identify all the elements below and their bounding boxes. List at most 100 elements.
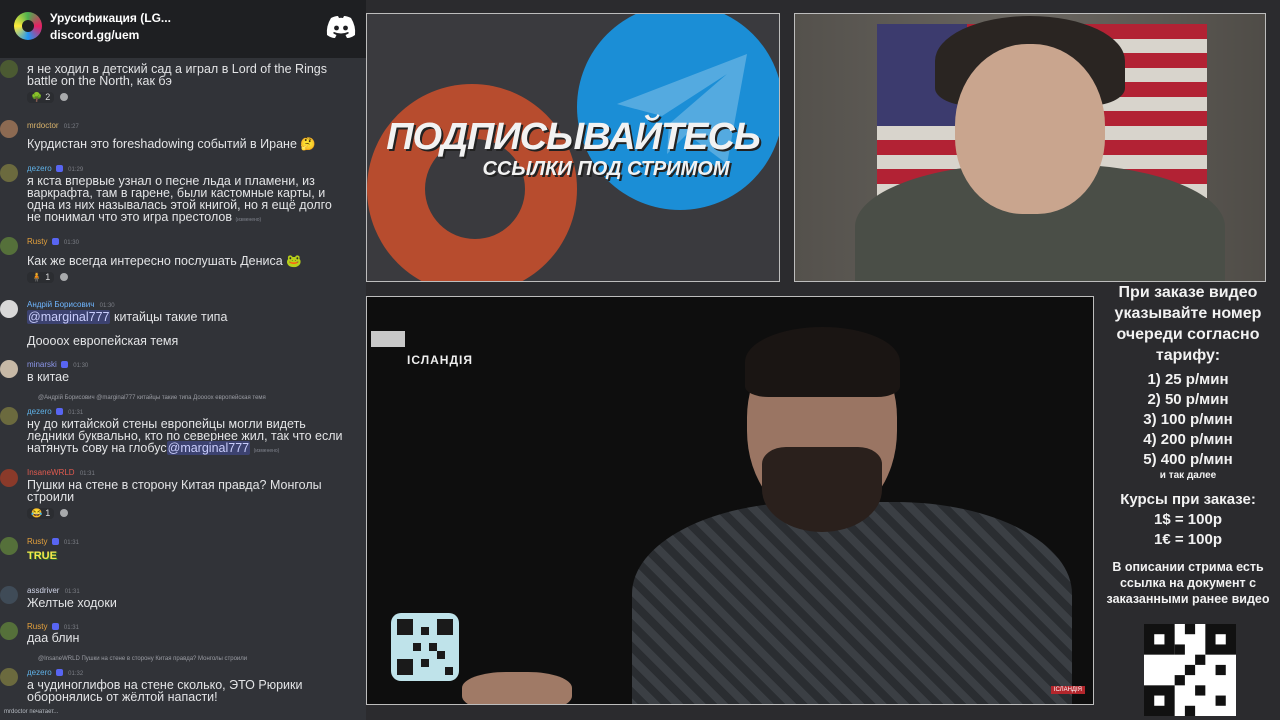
username[interactable]: дezero <box>27 164 52 173</box>
course-heading: Курсы при заказе: <box>1120 491 1256 508</box>
promo-banner: ПОДПИСЫВАЙТЕСЬ ССЫЛКИ ПОД СТРИМОМ <box>366 13 780 282</box>
message-body: китайцы такие типа <box>113 310 228 324</box>
message-meta: Rusty 01:31 <box>27 622 79 631</box>
message-text: @marginal777 китайцы такие типа <box>27 310 228 324</box>
video-tag-bar <box>371 331 405 347</box>
chat-panel: Урусификация (LG... discord.gg/uem я не … <box>0 0 366 720</box>
username[interactable]: Андрій Борисович <box>27 300 94 309</box>
avatar <box>0 60 18 78</box>
video-channel-label: ІСЛАНДІЯ <box>407 353 473 367</box>
role-badge-icon <box>55 408 63 416</box>
add-reaction-icon[interactable] <box>60 273 69 281</box>
video-player[interactable]: ІСЛАНДІЯ ІСЛАНДІЯ <box>366 296 1094 705</box>
avatar <box>0 360 18 378</box>
webcam-feed <box>794 13 1266 282</box>
add-reaction-icon[interactable] <box>60 509 69 517</box>
avatar <box>0 237 18 255</box>
message-meta: дezero 01:32 <box>27 668 83 677</box>
timestamp: 01:27 <box>63 124 79 130</box>
username[interactable]: assdriver <box>27 586 59 595</box>
timestamp: 01:31 <box>63 540 79 546</box>
qr-code-icon <box>1144 624 1236 716</box>
typing-indicator: mrdoctor печатает... <box>4 709 59 715</box>
course-list: 1$ = 100р 1€ = 100р <box>1100 510 1276 550</box>
rates-more: и так далее <box>1159 470 1217 481</box>
order-info-heading: При заказе видео указывайте номер очеред… <box>1114 284 1262 364</box>
message-text: даа блин <box>27 631 80 645</box>
timestamp: 01:32 <box>68 671 84 677</box>
avatar <box>0 407 18 425</box>
streamer-face <box>955 44 1105 214</box>
rate-item: 2) 50 р/мин <box>1147 391 1229 408</box>
course-item: 1€ = 100р <box>1154 531 1222 548</box>
server-header: Урусификация (LG... discord.gg/uem <box>0 0 366 58</box>
username[interactable]: дezero <box>27 407 52 416</box>
avatar <box>0 622 18 640</box>
message-meta: InsaneWRLD 01:31 <box>27 468 95 477</box>
message-text: а чудиноглифов на стене сколько, ЭТО Рюр… <box>27 678 303 704</box>
course-item: 1$ = 100р <box>1154 511 1222 528</box>
guest-body <box>632 502 1072 704</box>
edited-label: (изменено) <box>235 217 262 223</box>
message-text: Желтые ходоки <box>27 596 117 610</box>
role-badge-icon <box>61 361 69 369</box>
username[interactable]: InsaneWRLD <box>27 468 75 477</box>
guest-hair <box>745 327 900 397</box>
role-badge-icon <box>51 238 59 246</box>
message-meta: Андрій Борисович 01:30 <box>27 300 115 309</box>
message-meta: Rusty 01:31 <box>27 537 79 546</box>
rate-item: 1) 25 р/мин <box>1147 371 1229 388</box>
reaction-chip[interactable]: 😂 1 <box>27 507 55 519</box>
reaction-chip[interactable]: 🧍 1 <box>27 271 55 283</box>
message-text: Как же всегда интересно послушать Дениса… <box>27 254 302 268</box>
role-badge-icon <box>55 669 63 677</box>
add-reaction-icon[interactable] <box>60 93 69 101</box>
video-watermark: ІСЛАНДІЯ <box>1050 686 1085 694</box>
qr-pattern <box>397 619 453 675</box>
guest-hand <box>462 672 572 704</box>
avatar <box>0 586 18 604</box>
rate-item: 4) 200 р/мин <box>1143 431 1233 448</box>
message-meta: дezero 01:29 <box>27 164 83 173</box>
message-meta: mrdoctor 01:27 <box>27 121 79 130</box>
username[interactable]: Rusty <box>27 537 47 546</box>
true-sticker: TRUE <box>27 550 57 562</box>
reaction-chip[interactable]: 🌳 2 <box>27 91 55 103</box>
message-text: Курдистан это foreshadowing событий в Ир… <box>27 137 316 151</box>
timestamp: 01:31 <box>64 589 80 595</box>
username[interactable]: Rusty <box>27 622 47 631</box>
message-body: я кста впервые узнал о песне льда и плам… <box>27 174 332 224</box>
message-meta: Rusty 01:30 <box>27 237 79 246</box>
message-text: Пушки на стене в сторону Китая правда? М… <box>27 478 322 504</box>
reply-preview[interactable]: @InsaneWRLD Пушки на стене в сторону Кит… <box>38 656 247 662</box>
avatar <box>0 164 18 182</box>
message-text: в китае <box>27 370 70 384</box>
user-mention[interactable]: @marginal777 <box>27 310 111 324</box>
username[interactable]: дezero <box>27 668 52 677</box>
emoji-icon: 🌳 <box>31 91 43 102</box>
reaction-count: 1 <box>45 508 51 518</box>
qr-code-icon <box>391 613 459 681</box>
rates-list: 1) 25 р/мин 2) 50 р/мин 3) 100 р/мин 4) … <box>1100 370 1276 482</box>
reaction-bar: 🧍 1 <box>27 270 69 284</box>
timestamp: 01:31 <box>79 471 95 477</box>
timestamp: 01:30 <box>99 303 115 309</box>
timestamp: 01:30 <box>73 363 89 369</box>
promo-subtitle: ССЫЛКИ ПОД СТРИМОМ <box>482 158 730 180</box>
server-invite-link[interactable]: discord.gg/uem <box>50 28 139 42</box>
description-note: В описании стрима есть ссылка на докумен… <box>1106 560 1270 606</box>
message-text: Доооох европейская темя <box>27 334 179 348</box>
username[interactable]: mrdoctor <box>27 121 59 130</box>
message-meta: minarski 01:30 <box>27 360 88 369</box>
rate-item: 3) 100 р/мин <box>1143 411 1233 428</box>
username[interactable]: minarski <box>27 360 57 369</box>
promo-title: ПОДПИСЫВАЙТЕСЬ <box>386 116 761 158</box>
username[interactable]: Rusty <box>27 237 47 246</box>
user-mention[interactable]: @marginal777 <box>166 441 251 455</box>
reply-preview[interactable]: @Андрій Борисович @marginal777 китайцы т… <box>38 395 266 401</box>
message-text: я кста впервые узнал о песне льда и плам… <box>27 175 332 226</box>
server-name: Урусификация (LG... <box>50 11 171 25</box>
reaction-count: 2 <box>45 92 51 102</box>
message-meta: дezero 01:31 <box>27 407 83 416</box>
edited-label: (изменено) <box>253 448 280 454</box>
